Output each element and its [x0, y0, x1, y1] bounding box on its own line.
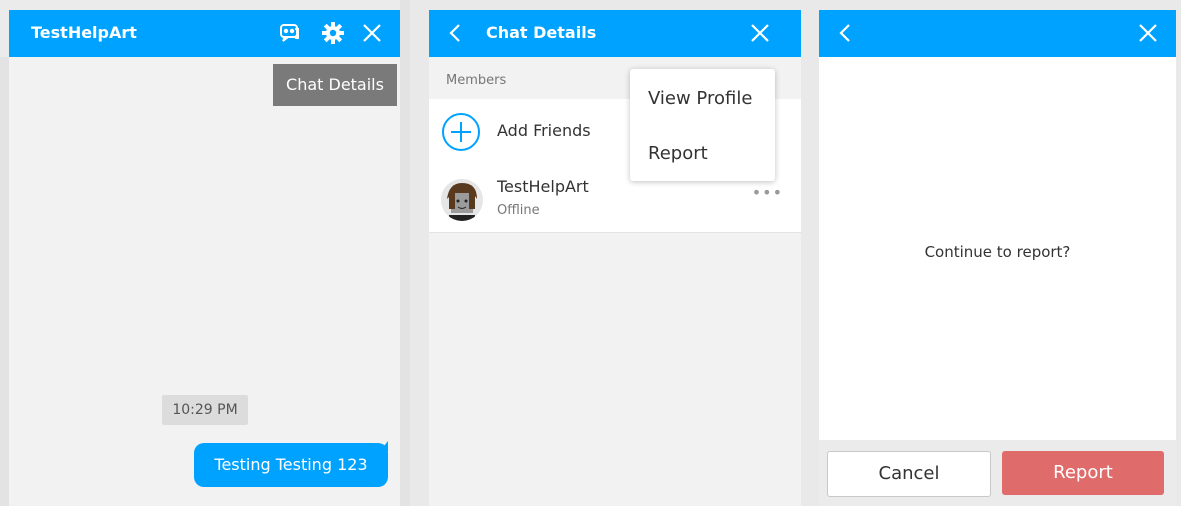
menu-item-report[interactable]: Report	[648, 143, 708, 164]
member-name: TestHelpArt	[497, 177, 589, 196]
group-chat-icon[interactable]	[277, 20, 303, 46]
report-prompt: Continue to report?	[924, 243, 1071, 261]
member-status: Offline	[497, 203, 540, 218]
details-title: Chat Details	[486, 23, 597, 42]
back-icon[interactable]	[443, 20, 469, 46]
message-timestamp: 10:29 PM	[162, 395, 248, 425]
chat-details-panel: Chat Details Members Add Friends TestHel…	[410, 0, 815, 506]
avatar	[441, 179, 483, 221]
report-dialog: Continue to report? Cancel Report	[815, 0, 1181, 506]
chat-messages	[9, 57, 400, 506]
close-icon[interactable]	[359, 20, 385, 46]
plus-circle-icon	[442, 113, 480, 151]
chat-left-edge	[0, 57, 9, 506]
chat-title: TestHelpArt	[31, 23, 137, 42]
report-button[interactable]: Report	[1002, 451, 1164, 495]
back-icon[interactable]	[833, 20, 859, 46]
chat-header: TestHelpArt	[9, 10, 400, 57]
chat-details-tooltip: Chat Details	[273, 64, 397, 106]
more-options-icon[interactable]: •••	[752, 183, 783, 202]
chat-window: TestHelpArt Chat Details 10:29 PM Testin…	[0, 0, 410, 506]
members-label: Members	[446, 73, 507, 88]
report-body: Continue to report?	[819, 57, 1176, 440]
report-header	[819, 10, 1176, 57]
close-icon[interactable]	[1135, 20, 1161, 46]
gear-icon[interactable]	[320, 20, 346, 46]
add-friends-label: Add Friends	[497, 121, 591, 140]
close-icon[interactable]	[747, 20, 773, 46]
details-header: Chat Details	[429, 10, 801, 57]
report-footer: Cancel Report	[819, 440, 1176, 506]
chat-right-edge	[400, 0, 410, 506]
member-context-menu: View Profile Report	[630, 69, 775, 181]
message-bubble: Testing Testing 123	[194, 443, 388, 487]
cancel-button[interactable]: Cancel	[827, 451, 991, 497]
menu-item-view-profile[interactable]: View Profile	[648, 88, 752, 109]
